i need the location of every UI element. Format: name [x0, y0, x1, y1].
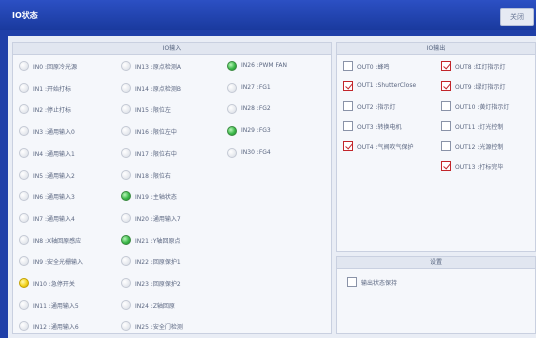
input-label-5: IN5 :通用输入2 — [33, 172, 75, 180]
input-label-9: IN9 :安全光栅输入 — [33, 259, 84, 267]
input-led-30 — [227, 147, 237, 158]
output-checkbox-5[interactable] — [441, 61, 451, 71]
io-output-panel: IO输出 OUT0 :蜂鸣 OUT1 :ShutterClose OUT2 :指示灯… — [336, 42, 536, 252]
input-led-7 — [19, 212, 29, 223]
output-checkbox-2[interactable] — [343, 101, 353, 111]
input-label-0: IN0 :回原冷光源 — [33, 64, 78, 71]
input-label-14: IN14 :原点检测B — [135, 85, 181, 93]
input-label-13: IN13 :原点检测A — [135, 64, 181, 71]
input-led-8 — [19, 234, 29, 245]
input-label-16: IN16 :限位左中 — [135, 129, 177, 137]
input-label-21: IN21 :Y轴回原点 — [135, 237, 181, 245]
input-led-27 — [227, 82, 237, 93]
input-led-29 — [227, 126, 237, 137]
input-led-25 — [121, 321, 131, 332]
input-label-18: IN18 :限位右 — [135, 172, 171, 180]
output-label-2: OUT2 :指示灯 — [357, 104, 396, 111]
input-led-18 — [121, 169, 131, 180]
hold-output-state-checkbox[interactable] — [347, 277, 357, 287]
input-label-15: IN15 :限位左 — [135, 107, 171, 115]
input-label-29: IN29 :FG3 — [241, 127, 271, 135]
output-checkbox-4[interactable] — [343, 141, 353, 151]
input-led-2 — [19, 104, 29, 115]
hold-output-state-label: 输出状态保持 — [361, 280, 398, 287]
input-led-3 — [19, 126, 29, 137]
input-led-19 — [121, 191, 131, 202]
output-checkbox-1[interactable] — [343, 81, 353, 91]
input-led-20 — [121, 212, 131, 223]
input-label-23: IN23 :回原保护2 — [135, 281, 181, 288]
input-label-17: IN17 :限位右中 — [135, 150, 177, 158]
output-checkbox-8[interactable] — [441, 121, 451, 131]
input-led-6 — [19, 191, 29, 202]
input-led-22 — [121, 256, 131, 267]
settings-panel: 设置 输出状态保持 — [336, 256, 536, 334]
input-label-25: IN25 :安全门检测 — [135, 324, 183, 332]
input-led-28 — [227, 104, 237, 115]
input-led-12 — [19, 321, 29, 332]
input-label-30: IN30 :FG4 — [241, 148, 271, 156]
input-led-9 — [19, 256, 29, 267]
input-led-15 — [121, 104, 131, 115]
input-label-4: IN4 :通用输入1 — [33, 150, 75, 158]
input-label-11: IN11 :通用输入5 — [33, 302, 79, 310]
input-label-19: IN19 :主轴状态 — [135, 194, 177, 202]
input-led-0 — [19, 61, 29, 71]
input-label-26: IN26 :PWM FAN — [241, 62, 287, 69]
input-led-14 — [121, 82, 131, 93]
input-led-26 — [227, 61, 237, 71]
io-input-panel-title: IO输入 — [13, 43, 331, 55]
input-label-6: IN6 :通用输入3 — [33, 194, 75, 202]
output-label-4: OUT4 :气阀吹气保护 — [357, 144, 414, 151]
window-body: IO输入 IN0 :回原冷光源 IN1 :开始打标 IN2 :停止打标 IN3 :通用… — [8, 36, 536, 338]
input-label-20: IN20 :通用输入7 — [135, 215, 181, 223]
output-checkbox-9[interactable] — [441, 141, 451, 151]
input-led-21 — [121, 234, 131, 245]
settings-panel-title: 设置 — [337, 257, 535, 269]
input-label-8: IN8 :X轴回原感应 — [33, 237, 82, 245]
close-button[interactable]: 关闭 — [500, 8, 534, 26]
input-led-17 — [121, 147, 131, 158]
input-label-12: IN12 :通用输入6 — [33, 324, 79, 332]
io-input-panel: IO输入 IN0 :回原冷光源 IN1 :开始打标 IN2 :停止打标 IN3 :通用… — [12, 42, 332, 334]
input-led-13 — [121, 61, 131, 71]
output-label-10: OUT13 :打标完毕 — [455, 164, 504, 171]
input-label-24: IN24 :Z轴回原 — [135, 302, 175, 310]
input-label-27: IN27 :FG1 — [241, 83, 271, 91]
output-label-8: OUT11 :灯光控制 — [455, 124, 504, 131]
output-checkbox-6[interactable] — [441, 81, 451, 91]
input-led-24 — [121, 299, 131, 310]
input-label-10: IN10 :急停开关 — [33, 281, 75, 288]
output-label-7: OUT10 :黄灯指示灯 — [455, 104, 510, 111]
input-label-28: IN28 :FG2 — [241, 105, 271, 113]
window-title: IO状态 — [12, 11, 38, 20]
output-checkbox-0[interactable] — [343, 61, 353, 71]
input-label-2: IN2 :停止打标 — [33, 107, 72, 115]
title-bar: IO状态 关闭 — [0, 0, 536, 30]
output-label-1: OUT1 :ShutterClose — [357, 82, 417, 89]
input-led-23 — [121, 278, 131, 288]
output-label-0: OUT0 :蜂鸣 — [357, 64, 390, 71]
io-status-window: IO状态 关闭 IO输入 IN0 :回原冷光源 IN1 :开始打标 IN2 :停止打… — [0, 0, 536, 338]
output-label-6: OUT9 :绿灯指示灯 — [455, 84, 506, 91]
input-label-22: IN22 :回原保护1 — [135, 259, 181, 267]
input-led-10 — [19, 278, 29, 288]
input-led-4 — [19, 147, 29, 158]
output-checkbox-7[interactable] — [441, 101, 451, 111]
output-checkbox-10[interactable] — [441, 161, 451, 171]
input-led-1 — [19, 82, 29, 93]
input-led-16 — [121, 126, 131, 137]
output-label-3: OUT3 :转换电机 — [357, 124, 402, 131]
input-label-1: IN1 :开始打标 — [33, 85, 72, 93]
io-output-panel-title: IO输出 — [337, 43, 535, 55]
input-led-5 — [19, 169, 29, 180]
input-led-11 — [19, 299, 29, 310]
output-checkbox-3[interactable] — [343, 121, 353, 131]
output-label-5: OUT8 :红灯指示灯 — [455, 64, 506, 71]
input-label-3: IN3 :通用输入0 — [33, 129, 75, 137]
input-label-7: IN7 :通用输入4 — [33, 215, 75, 223]
output-label-9: OUT12 :光源控制 — [455, 144, 504, 151]
